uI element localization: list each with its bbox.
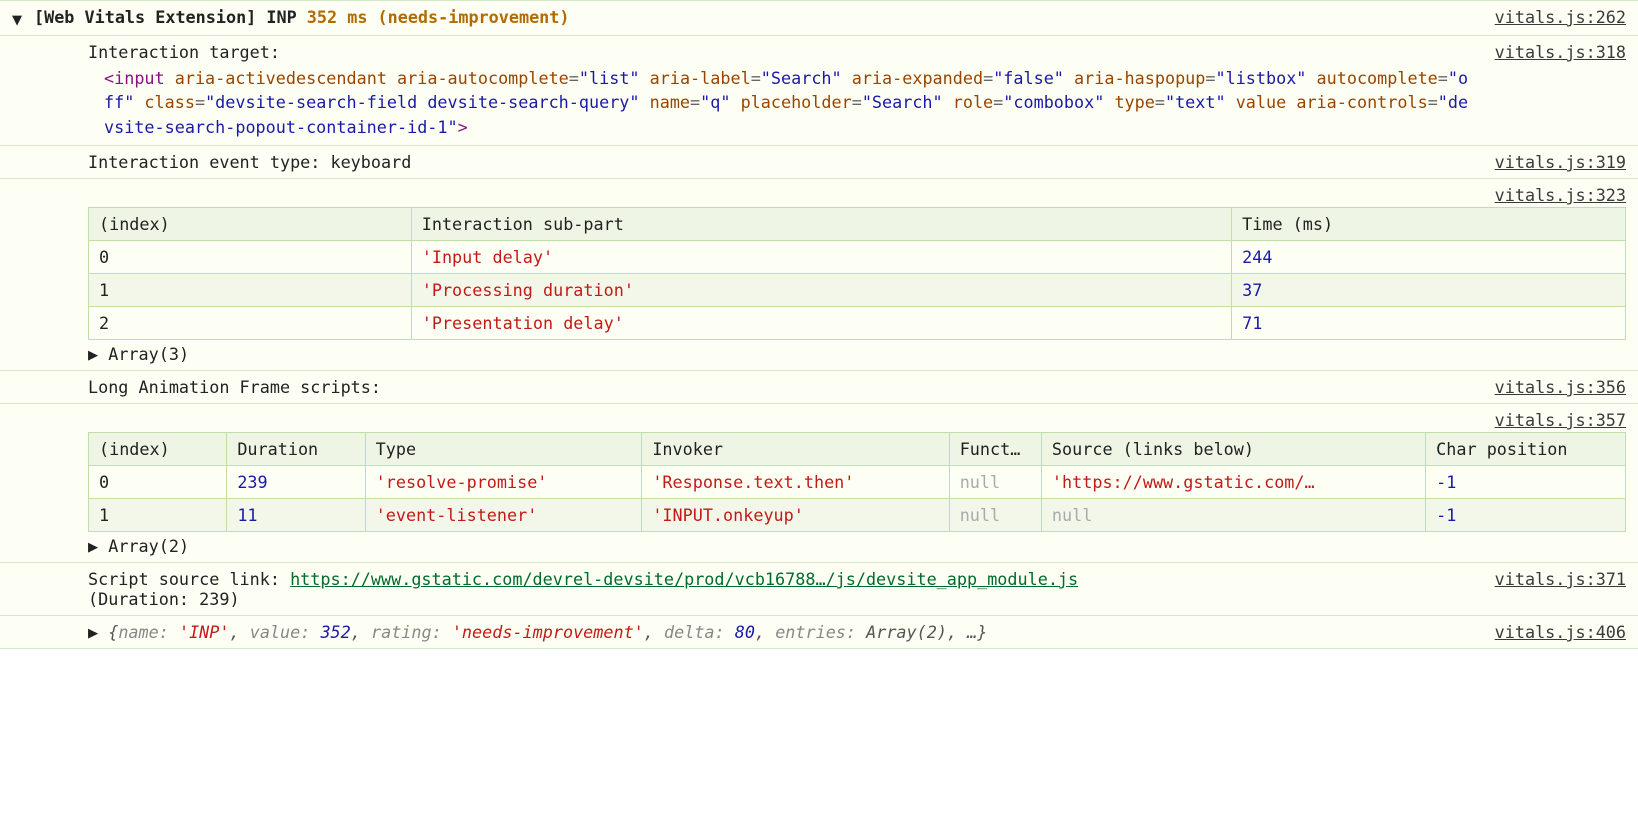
table-header[interactable]: Source (links below) (1041, 433, 1425, 466)
table-header[interactable]: Invoker (642, 433, 949, 466)
table-row[interactable]: 1'Processing duration'37 (89, 274, 1626, 307)
log-label: Interaction target: (88, 42, 280, 62)
source-link[interactable]: vitals.js:357 (1495, 410, 1626, 430)
console-table-row: (index)DurationTypeInvokerFunct…Source (… (0, 430, 1638, 562)
array-disclosure[interactable]: ▶ Array(2) (88, 532, 1626, 556)
source-link[interactable]: vitals.js:319 (1495, 152, 1626, 172)
script-source-link[interactable]: https://www.gstatic.com/devrel-devsite/p… (290, 569, 1078, 589)
table-header[interactable]: (index) (89, 208, 412, 241)
table-header[interactable]: (index) (89, 433, 227, 466)
console-log-row: Interaction target: <input aria-activede… (0, 35, 1638, 145)
source-link[interactable]: vitals.js:356 (1495, 377, 1626, 397)
disclosure-triangle-right-icon[interactable]: ▶ (88, 622, 98, 642)
table-header[interactable]: Funct… (949, 433, 1041, 466)
table-header[interactable]: Duration (227, 433, 365, 466)
table-row[interactable]: 0'Input delay'244 (89, 241, 1626, 274)
console-log-row: ▼ [Web Vitals Extension] INP 352 ms (nee… (0, 0, 1638, 35)
object-summary[interactable]: {name: 'INP', value: 352, rating: 'needs… (108, 622, 987, 642)
source-link[interactable]: vitals.js:371 (1495, 569, 1626, 589)
source-link[interactable]: vitals.js:262 (1495, 7, 1626, 27)
log-suffix: (Duration: 239) (88, 589, 240, 609)
table-row[interactable]: 2'Presentation delay'71 (89, 307, 1626, 340)
table-header[interactable]: Interaction sub-part (411, 208, 1231, 241)
console-output: ▼ [Web Vitals Extension] INP 352 ms (nee… (0, 0, 1638, 649)
log-metric-value: 352 ms (needs-improvement) (307, 7, 570, 27)
loaf-scripts-table: (index)DurationTypeInvokerFunct…Source (… (88, 432, 1626, 532)
table-header[interactable]: Time (ms) (1232, 208, 1626, 241)
table-row[interactable]: 111'event-listener''INPUT.onkeyup'nullnu… (89, 499, 1626, 532)
source-link[interactable]: vitals.js:406 (1495, 622, 1626, 642)
table-header[interactable]: Type (365, 433, 642, 466)
console-log-row: Long Animation Frame scripts: vitals.js:… (0, 370, 1638, 403)
array-disclosure[interactable]: ▶ Array(3) (88, 340, 1626, 364)
source-link[interactable]: vitals.js:318 (1495, 42, 1626, 62)
disclosure-triangle-right-icon: ▶ (88, 536, 98, 556)
log-prefix: Script source link: (88, 569, 290, 589)
console-log-row: Interaction event type: keyboard vitals.… (0, 145, 1638, 178)
console-table-row: (index)Interaction sub-partTime (ms)0'In… (0, 205, 1638, 370)
html-element-source: <input aria-activedescendant aria-autoco… (88, 62, 1477, 139)
disclosure-triangle-down-icon[interactable]: ▼ (12, 9, 22, 29)
interaction-subpart-table: (index)Interaction sub-partTime (ms)0'In… (88, 207, 1626, 340)
log-prefix: [Web Vitals Extension] INP (34, 7, 297, 27)
log-text: Interaction event type: keyboard (88, 152, 411, 172)
console-object-row: ▶ {name: 'INP', value: 352, rating: 'nee… (0, 615, 1638, 649)
disclosure-triangle-right-icon: ▶ (88, 344, 98, 364)
console-table-header-row: vitals.js:357 (0, 403, 1638, 430)
console-log-row: Script source link: https://www.gstatic.… (0, 562, 1638, 615)
table-row[interactable]: 0239'resolve-promise''Response.text.then… (89, 466, 1626, 499)
log-text: Long Animation Frame scripts: (88, 377, 381, 397)
table-header[interactable]: Char position (1426, 433, 1626, 466)
console-table-header-row: vitals.js:323 (0, 178, 1638, 205)
source-link[interactable]: vitals.js:323 (1495, 185, 1626, 205)
